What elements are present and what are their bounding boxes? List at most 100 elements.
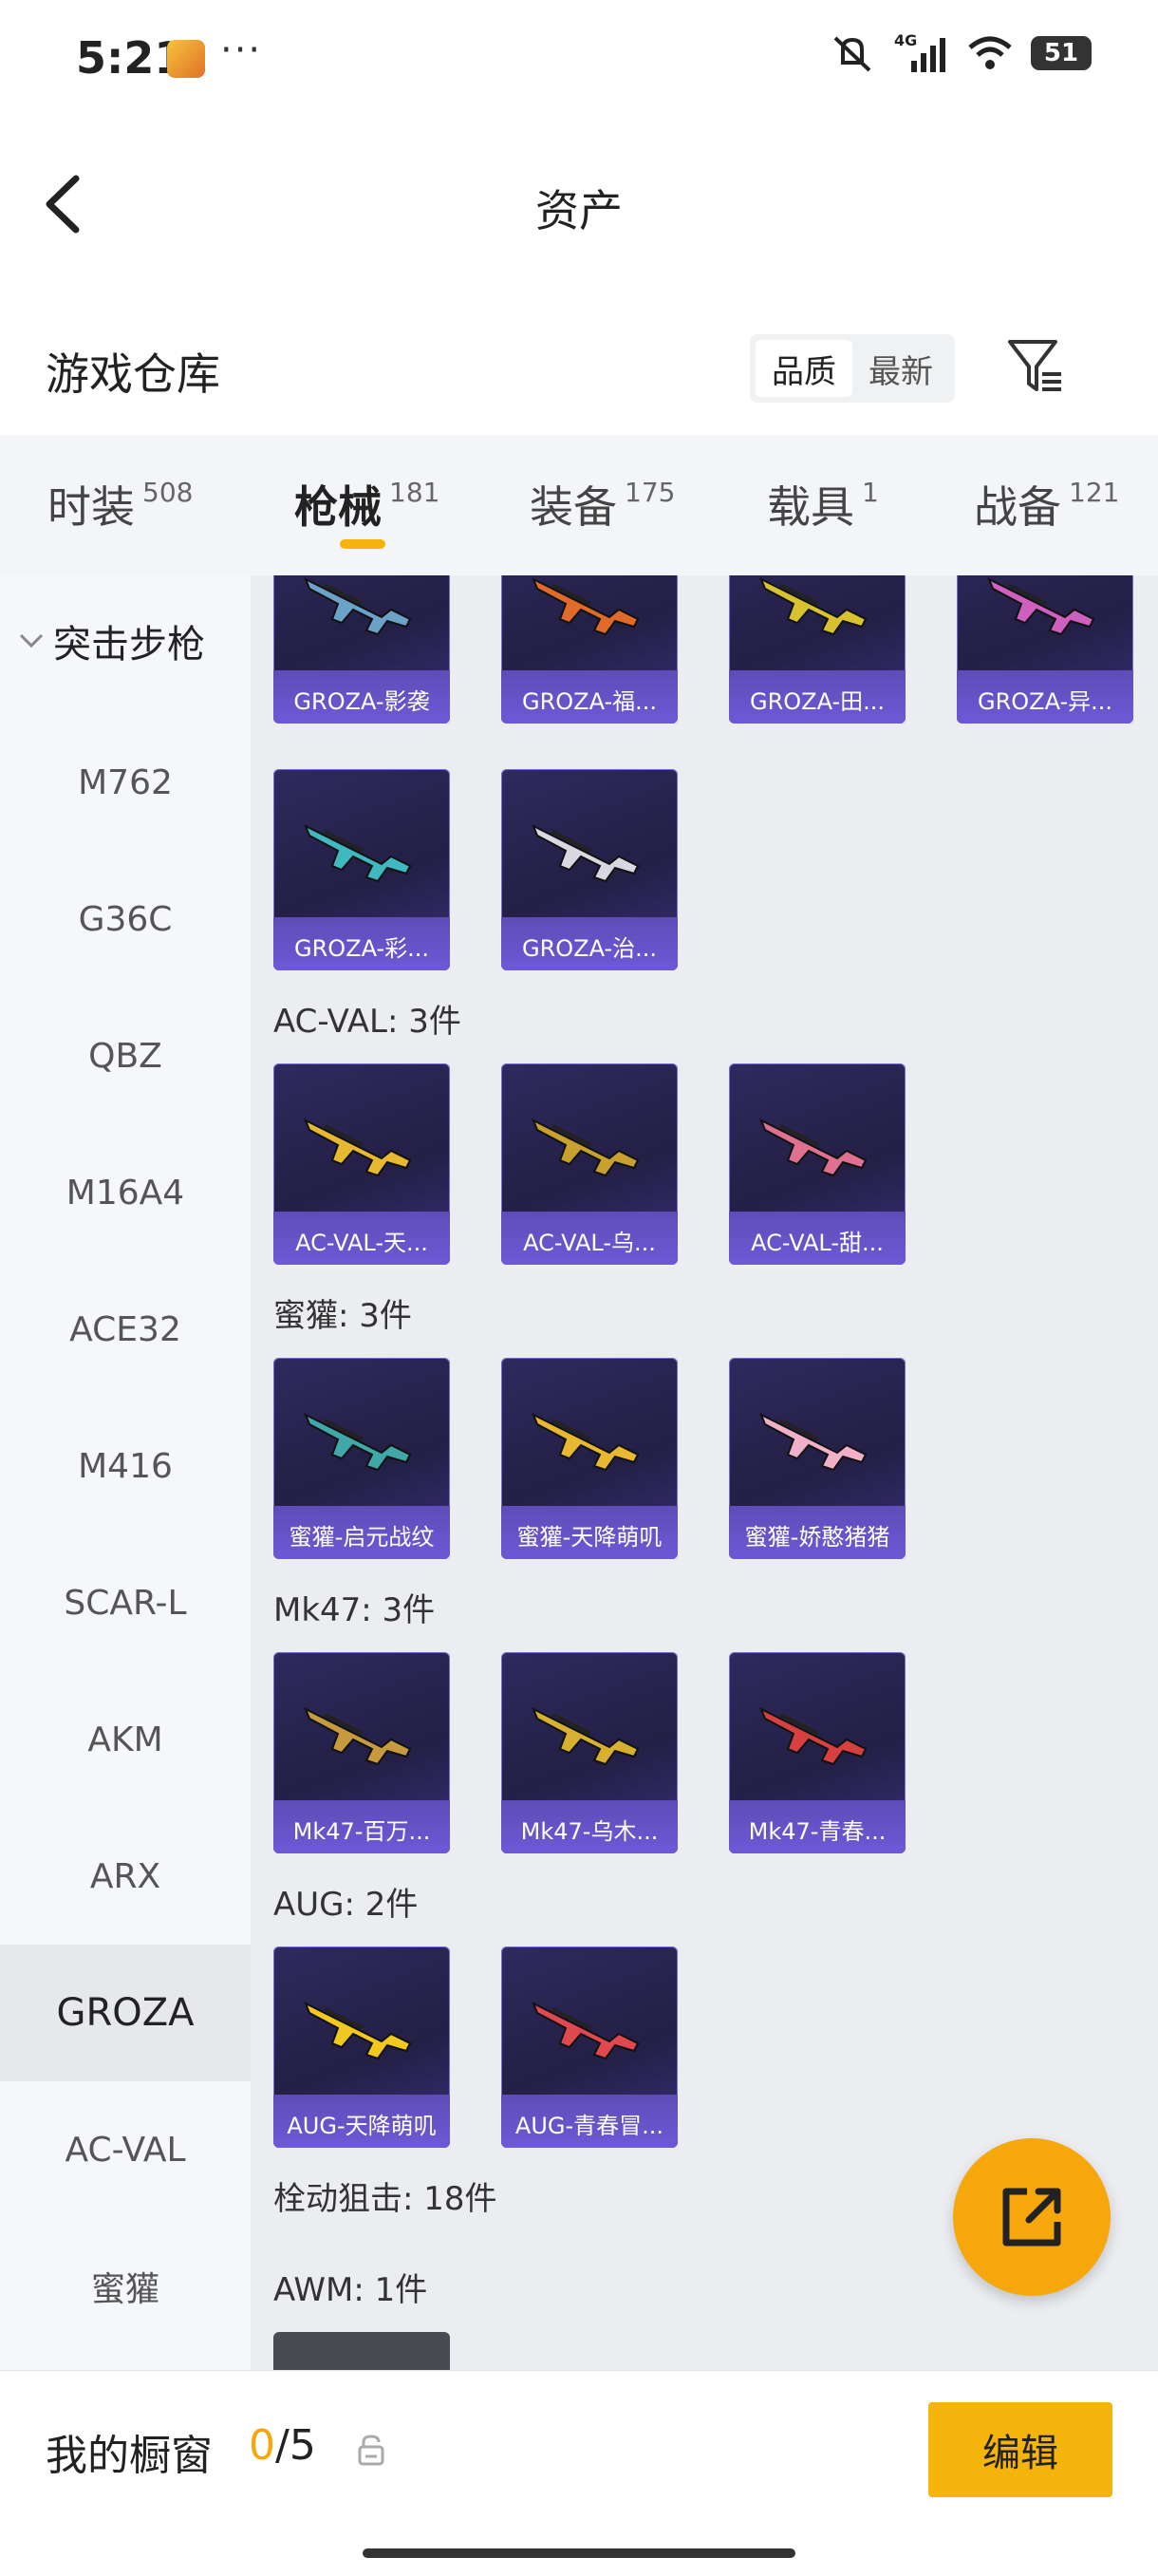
home-indicator[interactable] xyxy=(363,2548,795,2558)
skin-name: Mk47-百万... xyxy=(292,1818,431,1845)
skin-name: 蜜獾-启元战纹 xyxy=(289,1524,435,1551)
filter-icon xyxy=(1008,340,1061,391)
skin-card[interactable]: Mk47-百万... xyxy=(273,1652,450,1853)
sidebar-item-arx[interactable]: ARX xyxy=(0,1808,251,1945)
gun-skin-image xyxy=(304,1118,412,1177)
group-label-aug: AUG: 2件 xyxy=(273,1886,419,1924)
more-notifications-icon: ··· xyxy=(220,28,263,72)
skin-card[interactable]: Mk47-青春... xyxy=(729,1652,906,1853)
gun-skin-image xyxy=(304,2001,412,2060)
sidebar-item-groza[interactable]: GROZA xyxy=(0,1945,251,2081)
gun-skin-image xyxy=(304,1412,412,1472)
gun-skin-image xyxy=(759,1118,868,1177)
sort-newest-button[interactable]: 最新 xyxy=(852,340,949,397)
skin-card[interactable]: AUG-天降萌叽 xyxy=(273,1946,450,2148)
sidebar-item-ac-val[interactable]: AC-VAL xyxy=(0,2081,251,2218)
skin-card[interactable]: 蜜獾-娇憨猪猪 xyxy=(729,1358,906,1559)
edit-button[interactable]: 编辑 xyxy=(928,2402,1112,2497)
gun-skin-image xyxy=(532,576,640,636)
share-button[interactable] xyxy=(953,2138,1111,2296)
skin-name: GROZA-异... xyxy=(977,688,1113,715)
mute-icon xyxy=(833,36,871,72)
skin-name: 蜜獾-天降萌叽 xyxy=(516,1524,663,1551)
skin-card[interactable]: 蜜獾-启元战纹 xyxy=(273,1358,450,1559)
skin-name: 蜜獾-娇憨猪猪 xyxy=(744,1524,890,1551)
skin-name: GROZA-影袭 xyxy=(293,688,430,715)
gun-skin-image xyxy=(532,2001,640,2060)
tab-label: 载具 xyxy=(767,481,854,533)
group-label-mk47: Mk47: 3件 xyxy=(273,1591,436,1629)
filter-button[interactable] xyxy=(1006,336,1067,397)
showcase-current: 0 xyxy=(249,2421,275,2470)
app-notification-icon xyxy=(167,40,205,78)
tab-equipment[interactable]: 装备 175 xyxy=(530,473,675,536)
sidebar-item-honey-badger[interactable]: 蜜獾 xyxy=(0,2218,251,2355)
skin-card[interactable]: GROZA-影袭 xyxy=(273,575,450,724)
tab-label: 战备 xyxy=(974,481,1061,533)
gun-skin-image xyxy=(532,1118,640,1177)
sidebar-item-m416[interactable]: M416 xyxy=(0,1398,251,1534)
skin-name: GROZA-治... xyxy=(521,935,658,962)
sidebar-item-qbz[interactable]: QBZ xyxy=(0,987,251,1124)
gun-skin-image xyxy=(304,823,412,883)
tab-count: 1 xyxy=(862,477,879,508)
group-label-ac-val: AC-VAL: 3件 xyxy=(273,1003,461,1041)
skin-card[interactable]: GROZA-彩... xyxy=(273,769,450,970)
tab-fashion[interactable]: 时装 508 xyxy=(47,473,193,536)
sort-quality-button[interactable]: 品质 xyxy=(756,340,852,397)
tab-count: 121 xyxy=(1069,477,1120,508)
tab-tactical[interactable]: 战备 121 xyxy=(974,473,1119,536)
lock-icon xyxy=(357,2434,385,2466)
warehouse-title: 游戏仓库 xyxy=(46,348,220,400)
skin-name: GROZA-彩... xyxy=(293,935,430,962)
group-label-honey-badger: 蜜獾: 3件 xyxy=(273,1297,412,1335)
page-title: 资产 xyxy=(535,185,623,236)
group-label-awm: AWM: 1件 xyxy=(273,2271,428,2309)
skin-card[interactable]: AUG-青春冒... xyxy=(501,1946,678,2148)
showcase-label: 我的橱窗 xyxy=(46,2432,213,2480)
gun-skin-image xyxy=(759,576,868,636)
tab-label: 时装 xyxy=(47,481,135,533)
skin-name: AC-VAL-甜... xyxy=(751,1230,884,1256)
sidebar-item-m762[interactable]: M762 xyxy=(0,714,251,851)
tab-guns[interactable]: 枪械 181 xyxy=(294,473,439,536)
sidebar-category-assault-rifle[interactable]: 突击步枪 xyxy=(17,613,205,668)
tab-count: 175 xyxy=(625,477,676,508)
sidebar-item-g36c[interactable]: G36C xyxy=(0,851,251,987)
network-type: 4G xyxy=(894,32,917,49)
sidebar-item-akm[interactable]: AKM xyxy=(0,1671,251,1808)
skin-name: GROZA-田... xyxy=(749,688,886,715)
tab-vehicles[interactable]: 载具 1 xyxy=(767,473,879,536)
sidebar-item-m16a4[interactable]: M16A4 xyxy=(0,1124,251,1261)
skin-card[interactable] xyxy=(273,2332,450,2370)
skin-card[interactable]: AC-VAL-天... xyxy=(273,1063,450,1265)
gun-skin-image xyxy=(987,576,1095,636)
group-label-bolt-sniper: 栓动狙击: 18件 xyxy=(273,2180,497,2218)
skin-card[interactable]: AC-VAL-甜... xyxy=(729,1063,906,1265)
skin-card[interactable]: 蜜獾-天降萌叽 xyxy=(501,1358,678,1559)
gun-skin-image xyxy=(759,1706,868,1766)
sidebar-item-ace32[interactable]: ACE32 xyxy=(0,1261,251,1398)
skin-card[interactable]: Mk47-乌木... xyxy=(501,1652,678,1853)
gun-skin-image xyxy=(532,1412,640,1472)
signal-icon: 4G xyxy=(894,32,945,72)
skin-card[interactable]: GROZA-田... xyxy=(729,575,906,724)
skin-name: GROZA-福... xyxy=(521,688,658,715)
skin-card[interactable]: AC-VAL-乌... xyxy=(501,1063,678,1265)
battery-icon: 51 xyxy=(1031,36,1092,70)
skin-card[interactable]: GROZA-福... xyxy=(501,575,678,724)
sidebar-item-scar-l[interactable]: SCAR-L xyxy=(0,1534,251,1671)
wifi-icon xyxy=(968,36,1012,69)
skin-card[interactable]: GROZA-治... xyxy=(501,769,678,970)
tab-count: 508 xyxy=(142,477,194,508)
showcase-total: /5 xyxy=(275,2421,316,2470)
gun-type-sidebar: 突击步枪 M762 G36C QBZ M16A4 ACE32 M416 SCAR… xyxy=(0,575,251,2370)
skin-name: Mk47-乌木... xyxy=(520,1818,659,1845)
active-tab-indicator xyxy=(340,539,385,549)
skin-name: AC-VAL-乌... xyxy=(523,1230,656,1256)
status-icons: 4G 51 xyxy=(830,32,1092,74)
skin-card[interactable]: GROZA-异... xyxy=(957,575,1133,724)
skin-name: AC-VAL-天... xyxy=(295,1230,428,1256)
skin-grid: GROZA-影袭 GROZA-福... GROZA-田... GROZA-异..… xyxy=(251,575,1158,2370)
tab-label: 枪械 xyxy=(294,481,382,533)
